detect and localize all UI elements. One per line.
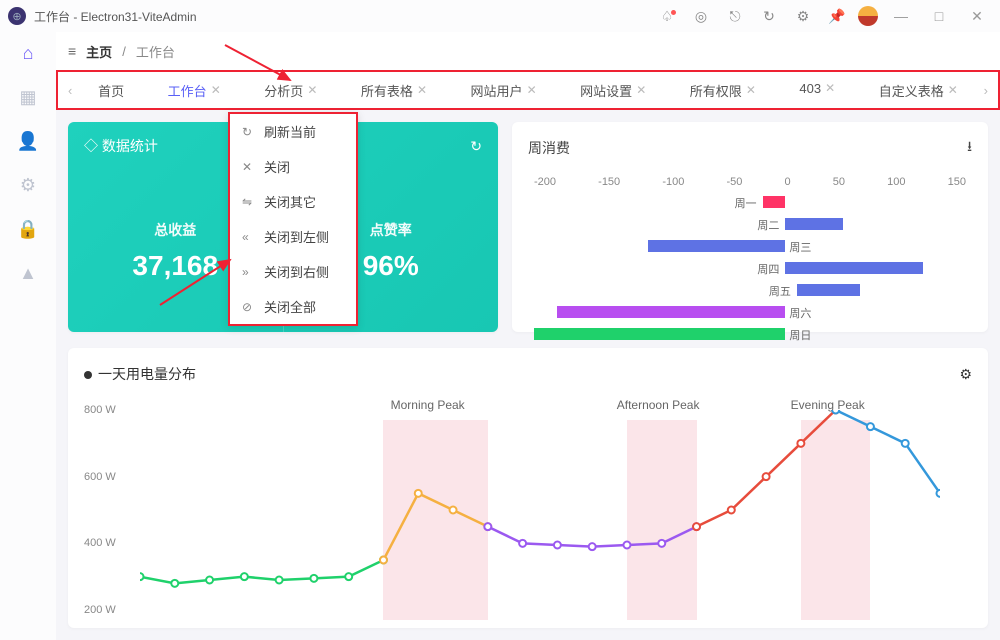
user-icon[interactable]: 👤 (17, 130, 39, 152)
chart-settings-icon[interactable]: ⚙ (959, 366, 972, 383)
window-title: 工作台 - Electron31-ViteAdmin (34, 8, 197, 25)
tab-首页[interactable]: 首页 (86, 81, 136, 100)
download-icon[interactable]: ⭳ (967, 136, 972, 160)
breadcrumb-root[interactable]: 主页 (86, 42, 112, 61)
tabs-scroll-left[interactable]: ‹ (64, 83, 76, 98)
titlebar: ⊕ 工作台 - Electron31-ViteAdmin ♤ ◎ ⎋ ↻ ⚙ 📌… (0, 0, 1000, 32)
bar-row: 周日 (534, 326, 966, 342)
week-card: 周消费 ⭳ -200-150-100-50050100150 周一周二周三周四周… (512, 122, 988, 332)
tab-工作台[interactable]: 工作台✕ (156, 81, 233, 100)
bar-row: 周一 (534, 194, 966, 210)
tab-自定义表格[interactable]: 自定义表格✕ (867, 81, 970, 100)
tab-所有权限[interactable]: 所有权限✕ (678, 81, 768, 100)
lock-icon[interactable]: 🔒 (17, 218, 39, 240)
tab-close-icon[interactable]: ✕ (746, 83, 756, 97)
tab-context-menu: ↻刷新当前✕关闭⇋关闭其它«关闭到左侧»关闭到右侧⊘关闭全部 (228, 112, 358, 326)
close-button[interactable]: ✕ (962, 8, 992, 25)
refresh-icon[interactable]: ↻ (756, 8, 782, 25)
bar-row: 周二 (534, 216, 966, 232)
home-icon[interactable]: ⌂ (17, 42, 39, 64)
tab-网站设置[interactable]: 网站设置✕ (568, 81, 658, 100)
settings-icon[interactable]: ⚙ (17, 174, 39, 196)
bar-row: 周五 (534, 282, 966, 298)
stat-label-2: 点赞率 (370, 220, 412, 240)
maximize-button[interactable]: □ (924, 8, 954, 24)
tabs-scroll-right[interactable]: › (980, 83, 992, 98)
tab-close-icon[interactable]: ✕ (825, 81, 835, 95)
compass-icon[interactable]: ◎ (688, 8, 714, 25)
app-logo: ⊕ (8, 7, 26, 25)
stat-label-1: 总收益 (154, 220, 196, 240)
shirt-icon[interactable]: ⎋ (722, 8, 748, 25)
sidebar: ⌂ ▦ 👤 ⚙ 🔒 ▲ (0, 32, 56, 640)
grid-icon[interactable]: ▦ (17, 86, 39, 108)
stat-value-2: 96% (363, 250, 419, 282)
stats-refresh-icon[interactable]: ↻ (470, 138, 482, 155)
ctx-关闭到左侧[interactable]: «关闭到左侧 (230, 219, 356, 254)
tab-close-icon[interactable]: ✕ (417, 83, 427, 97)
bar-row: 周三 (534, 238, 966, 254)
tab-403[interactable]: 403✕ (787, 81, 847, 96)
menu-toggle-icon[interactable]: ≡ (68, 43, 76, 59)
tab-网站用户[interactable]: 网站用户✕ (459, 81, 549, 100)
line-chart: 200 W400 W600 W800 WMorning PeakAfternoo… (84, 392, 972, 612)
ctx-关闭全部[interactable]: ⊘关闭全部 (230, 289, 356, 324)
tab-close-icon[interactable]: ✕ (211, 83, 221, 97)
ctx-关闭到右侧[interactable]: »关闭到右侧 (230, 254, 356, 289)
breadcrumb-current: 工作台 (136, 42, 175, 61)
alert-icon[interactable]: ▲ (17, 262, 39, 284)
week-title: 周消费 (528, 138, 570, 158)
pin-icon[interactable]: 📌 (824, 8, 850, 25)
gear-icon[interactable]: ⚙ (790, 8, 816, 25)
tabs-bar: ‹ 首页 工作台✕ 分析页✕ 所有表格✕ 网站用户✕ 网站设置✕ 所有权限✕ 403✕ 自定义表… (56, 70, 1000, 110)
tab-close-icon[interactable]: ✕ (527, 83, 537, 97)
tab-所有表格[interactable]: 所有表格✕ (349, 81, 439, 100)
bell-icon[interactable]: ♤ (654, 8, 680, 25)
tab-close-icon[interactable]: ✕ (636, 83, 646, 97)
stats-title: ◇ 数据统计 (84, 136, 158, 156)
breadcrumb: ≡ 主页 / 工作台 (56, 32, 1000, 70)
ctx-关闭其它[interactable]: ⇋关闭其它 (230, 184, 356, 219)
main-content: ≡ 主页 / 工作台 ‹ 首页工作台✕分析页✕所有表格✕网站用户✕网站设置✕所有… (56, 32, 1000, 640)
minimize-button[interactable]: — (886, 8, 916, 24)
ctx-关闭[interactable]: ✕关闭 (230, 149, 356, 184)
chart-title: 一天用电量分布 (84, 364, 196, 384)
tab-分析页[interactable]: 分析页✕ (252, 81, 329, 100)
bar-row: 周四 (534, 260, 966, 276)
tab-close-icon[interactable]: ✕ (948, 83, 958, 97)
bar-row: 周六 (534, 304, 966, 320)
ctx-刷新当前[interactable]: ↻刷新当前 (230, 114, 356, 149)
stat-value-1: 37,168 (132, 250, 218, 282)
tab-close-icon[interactable]: ✕ (307, 83, 317, 97)
power-chart-card: 一天用电量分布 ⚙ 200 W400 W600 W800 WMorning Pe… (68, 348, 988, 628)
avatar[interactable] (858, 6, 878, 26)
